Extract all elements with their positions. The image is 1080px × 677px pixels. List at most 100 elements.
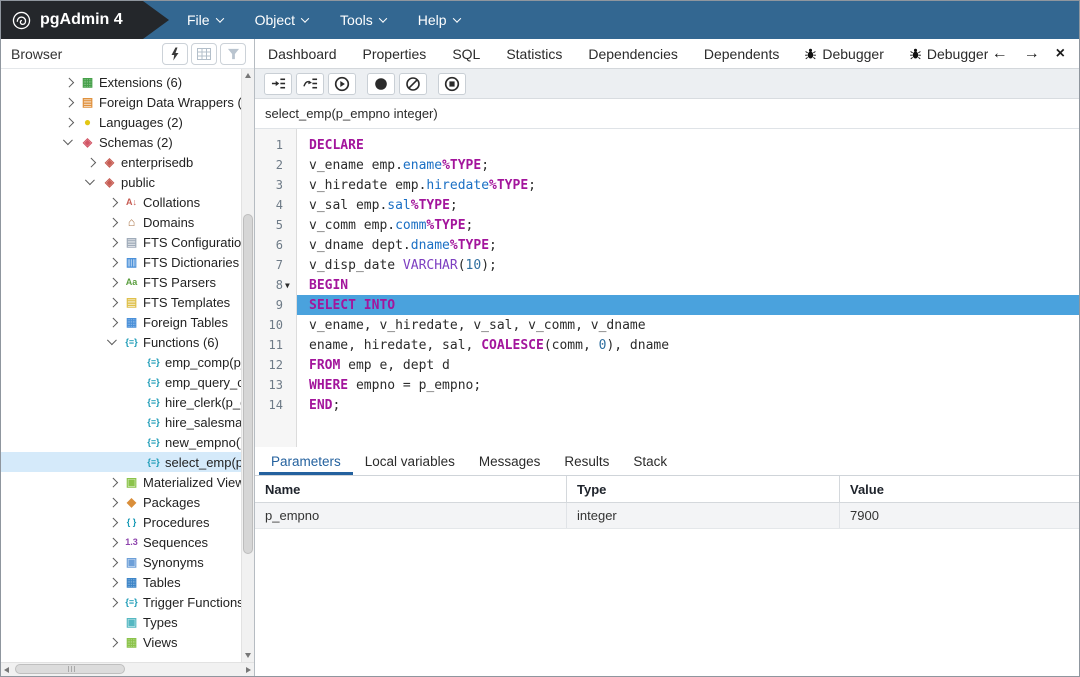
clear-all-breakpoints-button[interactable] [399, 72, 427, 95]
scroll-up-arrow-icon[interactable] [245, 73, 251, 78]
continue-button[interactable] [328, 72, 356, 95]
tree-item-trigger-functions[interactable]: {≡} Trigger Functions [1, 592, 254, 612]
tree-item-select-emp-p-e[interactable]: {≡} select_emp(p_e [1, 452, 254, 472]
scroll-down-arrow-icon[interactable] [245, 653, 251, 658]
line-number[interactable]: 2 [255, 155, 297, 175]
code-text[interactable]: DECLARE [297, 135, 1079, 155]
chevron-right-icon[interactable] [107, 199, 123, 206]
line-number[interactable]: 3 [255, 175, 297, 195]
code-text[interactable]: ename, hiredate, sal, COALESCE (comm, 0),… [297, 335, 1079, 355]
chevron-down-icon[interactable] [85, 180, 101, 184]
tree-item-foreign-tables[interactable]: ▦ Foreign Tables [1, 312, 254, 332]
code-text[interactable]: BEGIN [297, 275, 1079, 295]
menu-help[interactable]: Help [418, 12, 461, 28]
code-text[interactable]: v_ename, v_hiredate, v_sal, v_comm, v_dn… [297, 315, 1079, 335]
tab-local-variables[interactable]: Local variables [353, 447, 467, 475]
chevron-right-icon[interactable] [107, 639, 123, 646]
tree-horizontal-scrollbar[interactable] [1, 662, 254, 676]
tree-vertical-scrollbar[interactable] [241, 69, 254, 662]
tab-parameters[interactable]: Parameters [259, 447, 353, 475]
chevron-right-icon[interactable] [107, 219, 123, 226]
code-text[interactable]: v_comm emp. comm %TYPE; [297, 215, 1079, 235]
tree-item-tables[interactable]: ▦ Tables [1, 572, 254, 592]
tree-item-sequences[interactable]: 1.3 Sequences [1, 532, 254, 552]
line-number[interactable]: 13 [255, 375, 297, 395]
code-text[interactable]: END; [297, 395, 1079, 415]
code-text[interactable]: SELECT INTO [297, 295, 1079, 315]
scroll-left-arrow-icon[interactable] [4, 667, 9, 673]
tree-item-extensions-6[interactable]: ▦ Extensions (6) [1, 72, 254, 92]
view-data-button[interactable] [191, 42, 217, 65]
menu-object[interactable]: Object [255, 12, 310, 28]
chevron-right-icon[interactable] [107, 479, 123, 486]
code-text[interactable]: FROM emp e, dept d [297, 355, 1079, 375]
tab-results[interactable]: Results [552, 447, 621, 475]
tree-item-new-empno[interactable]: {≡} new_empno() [1, 432, 254, 452]
line-number[interactable]: 11 [255, 335, 297, 355]
chevron-right-icon[interactable] [107, 279, 123, 286]
filter-button[interactable] [220, 42, 246, 65]
chevron-down-icon[interactable] [63, 140, 79, 144]
tree-item-packages[interactable]: ◆ Packages [1, 492, 254, 512]
tab-forward-button[interactable]: → [1024, 45, 1040, 62]
tab-messages[interactable]: Messages [467, 447, 553, 475]
chevron-right-icon[interactable] [107, 259, 123, 266]
line-number[interactable]: 5 [255, 215, 297, 235]
tab-sql[interactable]: SQL [439, 39, 493, 68]
tree-item-procedures[interactable]: { } Procedures [1, 512, 254, 532]
line-number[interactable]: 10 [255, 315, 297, 335]
toggle-breakpoint-button[interactable] [367, 72, 395, 95]
chevron-right-icon[interactable] [63, 99, 79, 106]
tree-item-collations[interactable]: A↓ Collations [1, 192, 254, 212]
menu-tools[interactable]: Tools [340, 12, 387, 28]
tree-item-foreign-data-wrappers-2[interactable]: ▤ Foreign Data Wrappers (2) [1, 92, 254, 112]
tree-item-hire-clerk-p-en[interactable]: {≡} hire_clerk(p_en [1, 392, 254, 412]
chevron-right-icon[interactable] [63, 79, 79, 86]
chevron-right-icon[interactable] [107, 599, 123, 606]
code-text[interactable]: v_sal emp. sal %TYPE; [297, 195, 1079, 215]
step-into-button[interactable] [264, 72, 292, 95]
tree-item-fts-templates[interactable]: ▤ FTS Templates [1, 292, 254, 312]
tab-close-button[interactable]: × [1056, 45, 1065, 62]
tree-item-schemas-2[interactable]: ◈ Schemas (2) [1, 132, 254, 152]
tree-item-fts-configurations[interactable]: ▤ FTS Configurations [1, 232, 254, 252]
table-row[interactable]: p_empno integer 7900 [255, 503, 1079, 529]
line-number[interactable]: 9 [255, 295, 297, 315]
chevron-right-icon[interactable] [107, 559, 123, 566]
tree-item-enterprisedb[interactable]: ◈ enterprisedb [1, 152, 254, 172]
line-number[interactable]: 1 [255, 135, 297, 155]
tab-debugger-2[interactable]: Debugger [897, 39, 988, 68]
line-number[interactable]: 7 [255, 255, 297, 275]
tab-back-button[interactable]: ← [992, 45, 1008, 62]
tree-item-synonyms[interactable]: ▣ Synonyms [1, 552, 254, 572]
tree-item-fts-parsers[interactable]: Aa FTS Parsers [1, 272, 254, 292]
tree-item-languages-2[interactable]: ● Languages (2) [1, 112, 254, 132]
tree-item-views[interactable]: ▦ Views [1, 632, 254, 652]
code-text[interactable]: WHERE empno = p_empno; [297, 375, 1079, 395]
stop-button[interactable] [438, 72, 466, 95]
tree-item-domains[interactable]: ⌂ Domains [1, 212, 254, 232]
tab-dependents[interactable]: Dependents [691, 39, 793, 68]
step-over-button[interactable] [296, 72, 324, 95]
tree-item-emp-query-cal[interactable]: {≡} emp_query_cal [1, 372, 254, 392]
chevron-right-icon[interactable] [63, 119, 79, 126]
chevron-right-icon[interactable] [107, 579, 123, 586]
line-number[interactable]: 14 [255, 395, 297, 415]
tab-statistics[interactable]: Statistics [493, 39, 575, 68]
chevron-right-icon[interactable] [85, 159, 101, 166]
tree-item-types[interactable]: ▣ Types [1, 612, 254, 632]
chevron-down-icon[interactable] [107, 340, 123, 344]
vertical-scroll-thumb[interactable] [243, 214, 253, 554]
line-number[interactable]: 6 [255, 235, 297, 255]
chevron-right-icon[interactable] [107, 299, 123, 306]
chevron-right-icon[interactable] [107, 239, 123, 246]
code-text[interactable]: v_hiredate emp. hiredate %TYPE; [297, 175, 1079, 195]
scroll-right-arrow-icon[interactable] [246, 667, 251, 673]
menu-file[interactable]: File [187, 12, 224, 28]
chevron-right-icon[interactable] [107, 519, 123, 526]
tab-dependencies[interactable]: Dependencies [575, 39, 691, 68]
tab-dashboard[interactable]: Dashboard [255, 39, 350, 68]
tree-item-fts-dictionaries[interactable]: ▥ FTS Dictionaries [1, 252, 254, 272]
tree-item-public[interactable]: ◈ public [1, 172, 254, 192]
tab-properties[interactable]: Properties [350, 39, 440, 68]
